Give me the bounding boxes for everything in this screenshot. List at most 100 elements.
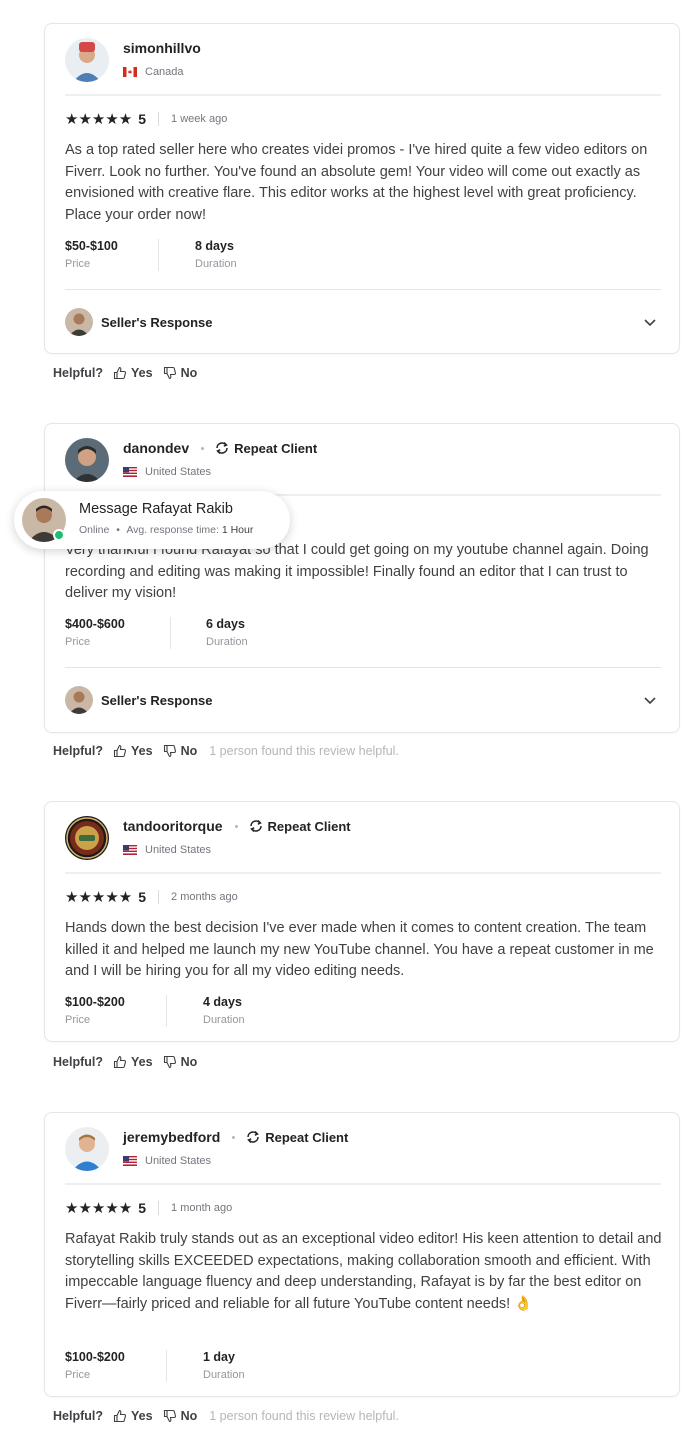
duration-value: 1 day — [203, 1350, 235, 1364]
duration-value: 4 days — [203, 995, 242, 1009]
helpful-yes-button[interactable]: Yes — [113, 366, 153, 380]
helpful-row: Helpful? Yes No 1 person found this revi… — [53, 1409, 399, 1423]
review-card: jeremybedford Repeat Client United State… — [44, 1112, 680, 1397]
review-text: Hands down the best decision I've ever m… — [65, 920, 654, 979]
price-label: Price — [65, 1014, 91, 1026]
seller-response-toggle[interactable]: Seller's Response — [65, 307, 661, 337]
country: United States — [123, 1155, 211, 1167]
repeat-icon — [247, 1130, 260, 1144]
star-rating: ★★★★★ — [65, 889, 133, 906]
divider — [65, 289, 661, 290]
thumbs-down-icon — [163, 744, 176, 758]
review-header: tandooritorque Repeat Client United Stat… — [65, 816, 655, 866]
helpful-question: Helpful? — [53, 1055, 103, 1069]
helpful-note: 1 person found this review helpful. — [209, 744, 399, 758]
seller-status: Online • Avg. response time: 1 Hour — [79, 524, 254, 536]
helpful-note: 1 person found this review helpful. — [209, 1409, 399, 1423]
canada-flag-icon — [123, 67, 137, 77]
avatar[interactable] — [65, 1127, 109, 1171]
chevron-down-icon[interactable] — [643, 693, 657, 707]
review-time: 1 month ago — [171, 1202, 233, 1214]
online-status-indicator — [53, 529, 65, 541]
thumbs-down-icon — [163, 1409, 176, 1423]
divider — [65, 1183, 661, 1185]
repeat-client-badge: Repeat Client — [214, 441, 317, 456]
review-header: jeremybedford Repeat Client United State… — [65, 1127, 655, 1177]
message-seller-popup[interactable]: Message Rafayat Rakib Online • Avg. resp… — [14, 491, 290, 549]
seller-response-toggle[interactable]: Seller's Response — [65, 685, 661, 715]
thumbs-up-icon — [113, 744, 127, 758]
thumbs-up-icon — [113, 1409, 127, 1423]
seller-avatar — [65, 308, 93, 336]
price-value: $100-$200 — [65, 1350, 125, 1364]
divider — [65, 94, 661, 96]
price-label: Price — [65, 636, 91, 648]
review-card: danondev Repeat Client United States Ver… — [44, 423, 680, 733]
helpful-question: Helpful? — [53, 366, 103, 380]
helpful-no-button[interactable]: No — [163, 366, 197, 380]
price-label: Price — [65, 1369, 91, 1381]
review-card: simonhillvo Canada ★★★★★ 5 1 week ago As… — [44, 23, 680, 354]
duration-label: Duration — [195, 258, 237, 270]
helpful-row: Helpful? Yes No — [53, 366, 209, 380]
duration-label: Duration — [203, 1014, 245, 1026]
repeat-client-badge: Repeat Client — [245, 1130, 348, 1145]
helpful-question: Helpful? — [53, 744, 103, 758]
review-header: danondev Repeat Client United States — [65, 438, 655, 488]
seller-response-label: Seller's Response — [101, 314, 213, 330]
us-flag-icon — [123, 467, 137, 477]
divider — [65, 667, 661, 668]
rating-row: ★★★★★ 5 2 months ago — [65, 888, 238, 906]
username[interactable]: tandooritorque Repeat Client — [123, 818, 351, 834]
divider — [65, 872, 661, 874]
username[interactable]: danondev Repeat Client — [123, 440, 317, 456]
review-card: tandooritorque Repeat Client United Stat… — [44, 801, 680, 1042]
star-rating: ★★★★★ — [65, 1200, 133, 1217]
helpful-no-button[interactable]: No — [163, 1409, 197, 1423]
helpful-no-button[interactable]: No — [163, 744, 197, 758]
country: United States — [123, 466, 211, 478]
price-label: Price — [65, 258, 91, 270]
username[interactable]: simonhillvo — [123, 40, 201, 56]
country: United States — [123, 844, 211, 856]
helpful-no-button[interactable]: No — [163, 1055, 197, 1069]
review-text: As a top rated seller here who creates v… — [65, 142, 648, 223]
helpful-question: Helpful? — [53, 1409, 103, 1423]
review-text: Very thankful I found Rafayat so that I … — [65, 542, 649, 601]
thumbs-up-icon — [113, 366, 127, 380]
avatar[interactable] — [65, 438, 109, 482]
helpful-yes-button[interactable]: Yes — [113, 1055, 153, 1069]
repeat-icon — [249, 819, 262, 833]
duration-label: Duration — [206, 636, 248, 648]
price-value: $100-$200 — [65, 995, 125, 1009]
seller-avatar — [65, 686, 93, 714]
price-value: $50-$100 — [65, 239, 118, 253]
rating-row: ★★★★★ 5 1 week ago — [65, 110, 227, 128]
duration-value: 6 days — [206, 617, 245, 631]
thumbs-up-icon — [113, 1055, 127, 1069]
repeat-icon — [216, 441, 228, 455]
review-text: Rafayat Rakib truly stands out as an exc… — [65, 1231, 662, 1312]
us-flag-icon — [123, 845, 137, 855]
repeat-client-badge: Repeat Client — [248, 819, 351, 834]
us-flag-icon — [123, 1156, 137, 1166]
message-seller-title: Message Rafayat Rakib — [79, 501, 233, 517]
rating-value: 5 — [138, 111, 147, 127]
star-rating: ★★★★★ — [65, 111, 133, 128]
duration-label: Duration — [203, 1369, 245, 1381]
rating-value: 5 — [138, 889, 147, 905]
helpful-yes-button[interactable]: Yes — [113, 1409, 153, 1423]
chevron-down-icon[interactable] — [643, 315, 657, 329]
avatar[interactable] — [65, 38, 109, 82]
thumbs-down-icon — [163, 366, 176, 380]
helpful-yes-button[interactable]: Yes — [113, 744, 153, 758]
review-time: 2 months ago — [171, 891, 238, 903]
thumbs-down-icon — [163, 1055, 176, 1069]
avatar[interactable] — [65, 816, 109, 860]
country: Canada — [123, 66, 184, 78]
price-value: $400-$600 — [65, 617, 125, 631]
review-time: 1 week ago — [171, 113, 228, 125]
username[interactable]: jeremybedford Repeat Client — [123, 1129, 348, 1145]
rating-row: ★★★★★ 5 1 month ago — [65, 1199, 232, 1217]
helpful-row: Helpful? Yes No — [53, 1055, 209, 1069]
